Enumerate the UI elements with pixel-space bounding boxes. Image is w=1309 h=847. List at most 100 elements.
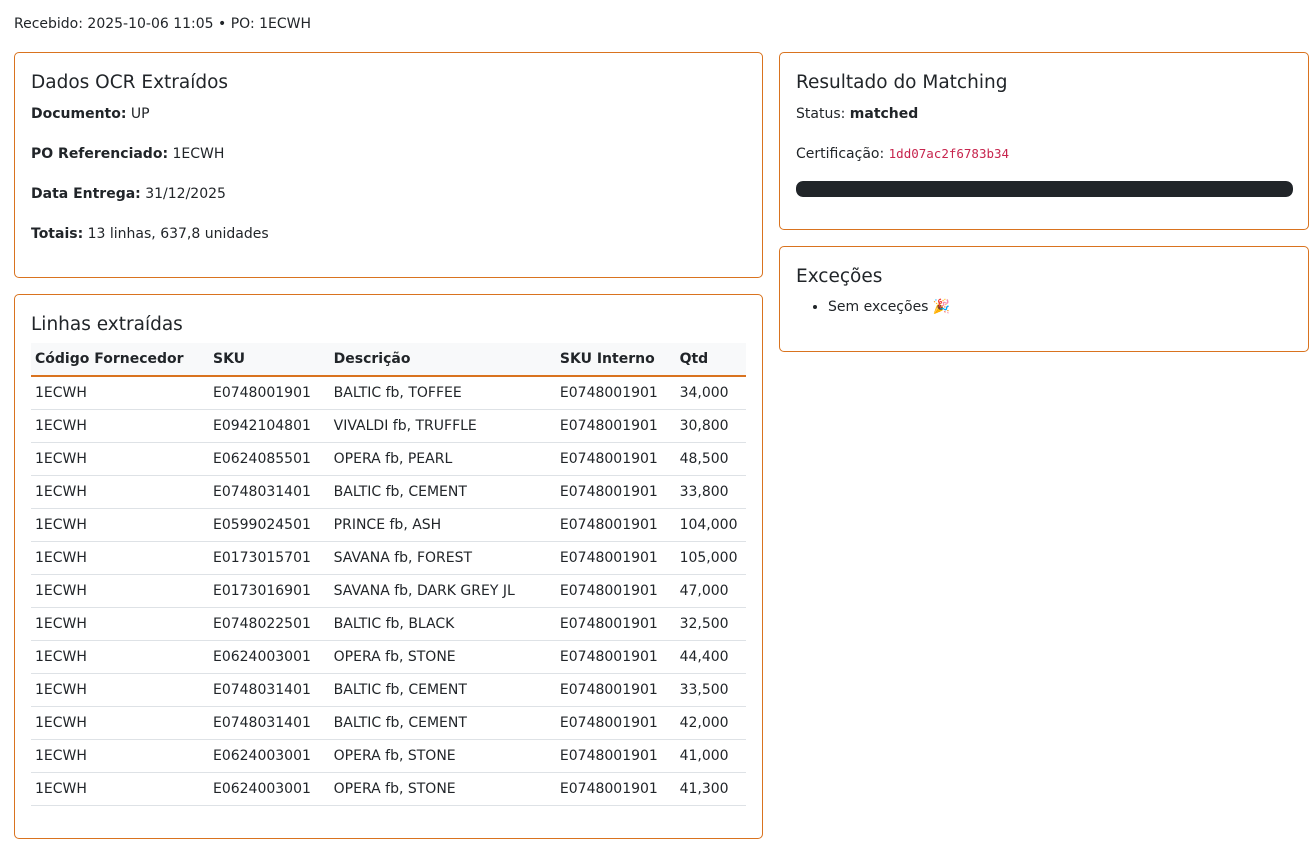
col-header-sku: SKU (208, 343, 330, 377)
cell-qty: 33,800 (675, 475, 746, 509)
cell-description: BALTIC fb, CEMENT (329, 673, 556, 707)
certification-code: 1dd07ac2f6783b34 (888, 146, 1010, 161)
table-row: 1ECWH E0748001901 BALTIC fb, TOFFEE E074… (31, 376, 746, 410)
cell-internal-sku: E0748001901 (555, 739, 676, 773)
delivery-date-field: Data Entrega: 31/12/2025 (31, 184, 226, 204)
po-label: PO Referenciado: (31, 146, 169, 162)
cell-internal-sku: E0748001901 (555, 772, 676, 806)
table-row: 1ECWH E0748031401 BALTIC fb, CEMENT E074… (31, 706, 746, 740)
exceptions-card: Exceções Sem exceções 🎉 (779, 246, 1309, 352)
cell-description: PRINCE fb, ASH (329, 508, 556, 542)
cell-sku: E0748001901 (208, 376, 330, 410)
cell-description: BALTIC fb, CEMENT (329, 475, 556, 509)
cell-qty: 41,000 (675, 739, 746, 773)
table-header-row: Código Fornecedor SKU Descrição SKU Inte… (31, 343, 746, 377)
table-row: 1ECWH E0748022501 BALTIC fb, BLACK E0748… (31, 607, 746, 641)
table-row: 1ECWH E0624003001 OPERA fb, STONE E07480… (31, 739, 746, 773)
cell-description: SAVANA fb, FOREST (329, 541, 556, 575)
cell-internal-sku: E0748001901 (555, 442, 676, 476)
cell-sku: E0599024501 (208, 508, 330, 542)
cell-internal-sku: E0748001901 (555, 541, 676, 575)
table-row: 1ECWH E0942104801 VIVALDI fb, TRUFFLE E0… (31, 409, 746, 443)
certification-field: Certificação: 1dd07ac2f6783b34 (796, 144, 1009, 164)
matching-progress-fill (796, 181, 1293, 197)
documento-field: Documento: UP (31, 104, 150, 124)
ocr-data-card: Dados OCR Extraídos Documento: UP PO Ref… (14, 52, 763, 278)
cell-qty: 105,000 (675, 541, 746, 575)
table-row: 1ECWH E0624085501 OPERA fb, PEARL E07480… (31, 442, 746, 476)
col-header-description: Descrição (329, 343, 556, 377)
table-row: 1ECWH E0599024501 PRINCE fb, ASH E074800… (31, 508, 746, 542)
cell-sku: E0624003001 (208, 739, 330, 773)
cell-sku: E0624003001 (208, 772, 330, 806)
cell-internal-sku: E0748001901 (555, 673, 676, 707)
cell-description: BALTIC fb, TOFFEE (329, 376, 556, 410)
cell-supplier-code: 1ECWH (31, 640, 209, 674)
cell-internal-sku: E0748001901 (555, 409, 676, 443)
cell-qty: 44,400 (675, 640, 746, 674)
cell-internal-sku: E0748001901 (555, 508, 676, 542)
cell-supplier-code: 1ECWH (31, 772, 209, 806)
totals-value: 13 linhas, 637,8 unidades (87, 226, 269, 242)
cell-supplier-code: 1ECWH (31, 673, 209, 707)
cell-qty: 42,000 (675, 706, 746, 740)
documento-value: UP (130, 106, 150, 122)
cell-internal-sku: E0748001901 (555, 475, 676, 509)
cell-sku: E0173015701 (208, 541, 330, 575)
col-header-qty: Qtd (675, 343, 746, 377)
cell-description: OPERA fb, PEARL (329, 442, 556, 476)
cell-qty: 33,500 (675, 673, 746, 707)
col-header-supplier-code: Código Fornecedor (31, 343, 209, 377)
exceptions-card-title: Exceções (796, 266, 883, 287)
table-row: 1ECWH E0748031401 BALTIC fb, CEMENT E074… (31, 475, 746, 509)
certification-label: Certificação: (796, 146, 885, 162)
cell-supplier-code: 1ECWH (31, 706, 209, 740)
cell-supplier-code: 1ECWH (31, 475, 209, 509)
cell-qty: 34,000 (675, 376, 746, 410)
delivery-date-value: 31/12/2025 (145, 186, 226, 202)
cell-sku: E0942104801 (208, 409, 330, 443)
cell-qty: 32,500 (675, 607, 746, 641)
cell-supplier-code: 1ECWH (31, 607, 209, 641)
cell-supplier-code: 1ECWH (31, 508, 209, 542)
table-row: 1ECWH E0173015701 SAVANA fb, FOREST E074… (31, 541, 746, 575)
cell-internal-sku: E0748001901 (555, 574, 676, 608)
cell-sku: E0624003001 (208, 640, 330, 674)
cell-qty: 41,300 (675, 772, 746, 806)
ocr-card-title: Dados OCR Extraídos (31, 72, 229, 93)
exception-item: Sem exceções 🎉 (828, 297, 950, 317)
extracted-lines-table: Código Fornecedor SKU Descrição SKU Inte… (31, 343, 746, 806)
cell-sku: E0624085501 (208, 442, 330, 476)
status-label: Status: (796, 106, 846, 122)
cell-supplier-code: 1ECWH (31, 541, 209, 575)
page: Recebido: 2025-10-06 11:05 • PO: 1ECWH D… (0, 0, 1309, 847)
cell-description: VIVALDI fb, TRUFFLE (329, 409, 556, 443)
extracted-lines-card: Linhas extraídas Código Fornecedor SKU D… (14, 294, 763, 839)
cell-internal-sku: E0748001901 (555, 706, 676, 740)
received-info: Recebido: 2025-10-06 11:05 • PO: 1ECWH (14, 16, 312, 32)
cell-supplier-code: 1ECWH (31, 376, 209, 410)
cell-qty: 47,000 (675, 574, 746, 608)
table-row: 1ECWH E0748031401 BALTIC fb, CEMENT E074… (31, 673, 746, 707)
po-field: PO Referenciado: 1ECWH (31, 144, 224, 164)
cell-sku: E0748031401 (208, 673, 330, 707)
exceptions-list: Sem exceções 🎉 (796, 297, 950, 317)
col-header-internal-sku: SKU Interno (555, 343, 676, 377)
cell-supplier-code: 1ECWH (31, 574, 209, 608)
cell-description: BALTIC fb, CEMENT (329, 706, 556, 740)
delivery-date-label: Data Entrega: (31, 186, 141, 202)
matching-progress-bar (796, 181, 1293, 197)
table-row: 1ECWH E0173016901 SAVANA fb, DARK GREY J… (31, 574, 746, 608)
cell-description: BALTIC fb, BLACK (329, 607, 556, 641)
totals-field: Totais: 13 linhas, 637,8 unidades (31, 224, 269, 244)
cell-sku: E0748031401 (208, 706, 330, 740)
matching-card-title: Resultado do Matching (796, 72, 1008, 93)
cell-internal-sku: E0748001901 (555, 607, 676, 641)
documento-label: Documento: (31, 106, 127, 122)
cell-sku: E0748022501 (208, 607, 330, 641)
cell-qty: 104,000 (675, 508, 746, 542)
cell-qty: 48,500 (675, 442, 746, 476)
totals-label: Totais: (31, 226, 84, 242)
cell-supplier-code: 1ECWH (31, 409, 209, 443)
cell-description: OPERA fb, STONE (329, 739, 556, 773)
